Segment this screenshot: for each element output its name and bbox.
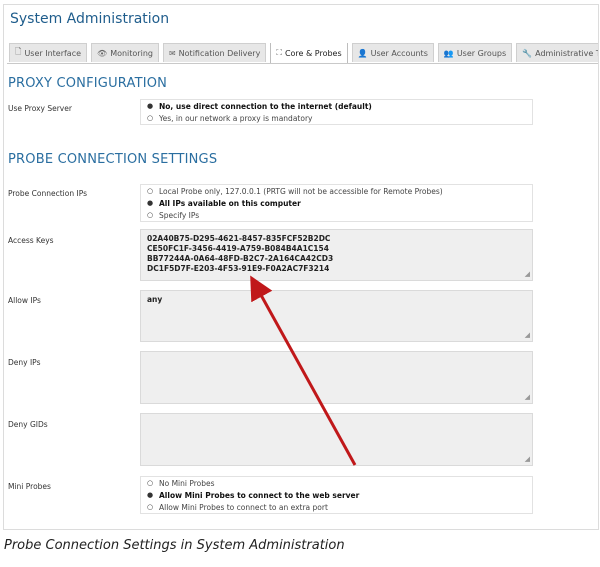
use-proxy-radio-group: ● No, use direct connection to the inter… [140, 99, 533, 125]
proxy-section-title: PROXY CONFIGURATION [8, 76, 168, 91]
radio-empty-icon: ○ [147, 114, 154, 122]
mini-probes-radio-group: ○ No Mini Probes ● Allow Mini Probes to … [140, 476, 533, 514]
probe-section-title: PROBE CONNECTION SETTINGS [8, 152, 218, 167]
mini-probes-option-none[interactable]: ○ No Mini Probes [141, 477, 532, 489]
user-icon: 👤 [357, 48, 368, 58]
tab-divider [7, 63, 598, 64]
tab-label: Notification Delivery [178, 48, 261, 58]
resize-grip-icon[interactable]: ◢ [525, 454, 530, 464]
resize-grip-icon[interactable]: ◢ [525, 392, 530, 402]
option-label: Allow Mini Probes to connect to the web … [159, 490, 360, 500]
radio-empty-icon: ○ [147, 211, 154, 219]
radio-empty-icon: ○ [147, 187, 154, 195]
probe-ips-label: Probe Connection IPs [8, 189, 87, 198]
tab-administrative-tools[interactable]: 🔧 Administrative Too [516, 43, 598, 62]
tab-user-groups[interactable]: 👥 User Groups [437, 43, 513, 62]
option-label: Specify IPs [159, 210, 200, 220]
users-icon: 👥 [443, 48, 454, 58]
allow-ips-label: Allow IPs [8, 296, 41, 305]
option-label: Allow Mini Probes to connect to an extra… [159, 502, 328, 512]
radio-selected-icon: ● [147, 491, 154, 499]
envelope-icon: ✉ [168, 48, 176, 58]
tab-label: User Interface [24, 48, 82, 58]
tab-label: Core & Probes [284, 48, 342, 58]
tab-label: Administrative Too [535, 48, 598, 58]
radio-selected-icon: ● [147, 199, 154, 207]
access-key-line: DC1F5D7F-E203-4F53-91E9-F0A2AC7F3214 [147, 264, 330, 273]
option-label: Local Probe only, 127.0.0.1 (PRTG will n… [159, 186, 443, 196]
mini-probes-option-extra-port[interactable]: ○ Allow Mini Probes to connect to an ext… [141, 501, 532, 513]
allow-ips-value: any [147, 295, 163, 304]
allow-ips-textarea[interactable]: any ◢ [140, 290, 533, 342]
probe-ips-option-local[interactable]: ○ Local Probe only, 127.0.0.1 (PRTG will… [141, 185, 532, 197]
option-label: All IPs available on this computer [159, 198, 301, 208]
resize-grip-icon[interactable]: ◢ [525, 330, 530, 340]
page-title: System Administration [10, 11, 170, 27]
probe-ips-radio-group: ○ Local Probe only, 127.0.0.1 (PRTG will… [140, 184, 533, 222]
tab-user-accounts[interactable]: 👤 User Accounts [351, 43, 434, 62]
probe-ips-option-specify[interactable]: ○ Specify IPs [141, 209, 532, 221]
use-proxy-label: Use Proxy Server [8, 104, 72, 113]
tab-label: Monitoring [110, 48, 153, 58]
tab-bar: 🗋 User Interface 👁 Monitoring ✉ Notifica… [9, 43, 598, 63]
radio-selected-icon: ● [147, 102, 154, 110]
tab-notification-delivery[interactable]: ✉ Notification Delivery [162, 43, 267, 62]
option-label: Yes, in our network a proxy is mandatory [159, 113, 313, 123]
tab-monitoring[interactable]: 👁 Monitoring [91, 43, 159, 62]
access-key-line: CE50FC1F-3456-4419-A759-B084B4A1C154 [147, 244, 329, 253]
tab-user-interface[interactable]: 🗋 User Interface [9, 43, 88, 62]
deny-gids-label: Deny GIDs [8, 420, 48, 429]
mini-probes-option-web-server[interactable]: ● Allow Mini Probes to connect to the we… [141, 489, 532, 501]
radio-empty-icon: ○ [147, 503, 154, 511]
access-key-line: BB77244A-0A64-48FD-B2C7-2A164CA42CD3 [147, 254, 334, 263]
deny-ips-textarea[interactable]: ◢ [140, 351, 533, 404]
access-keys-textarea[interactable]: 02A40B75-D295-4621-8457-835FCF52B2DC CE5… [140, 229, 533, 281]
tab-label: User Groups [456, 48, 507, 58]
image-caption: Probe Connection Settings in System Admi… [4, 538, 345, 553]
access-key-line: 02A40B75-D295-4621-8457-835FCF52B2DC [147, 234, 331, 243]
proxy-option-mandatory[interactable]: ○ Yes, in our network a proxy is mandato… [141, 112, 532, 124]
probe-ips-option-all[interactable]: ● All IPs available on this computer [141, 197, 532, 209]
option-label: No, use direct connection to the interne… [159, 101, 372, 111]
deny-gids-textarea[interactable]: ◢ [140, 413, 533, 466]
tab-label: User Accounts [370, 48, 428, 58]
wrench-icon: 🔧 [522, 48, 533, 58]
nodes-icon: ⛶ [276, 48, 282, 57]
proxy-option-direct[interactable]: ● No, use direct connection to the inter… [141, 100, 532, 112]
page-icon: 🗋 [15, 47, 22, 56]
mini-probes-label: Mini Probes [8, 482, 51, 491]
deny-ips-label: Deny IPs [8, 358, 41, 367]
resize-grip-icon[interactable]: ◢ [525, 269, 530, 279]
access-keys-label: Access Keys [8, 236, 54, 245]
eye-icon: 👁 [97, 48, 108, 58]
option-label: No Mini Probes [159, 478, 215, 488]
radio-empty-icon: ○ [147, 479, 154, 487]
tab-core-probes[interactable]: ⛶ Core & Probes [270, 43, 348, 63]
